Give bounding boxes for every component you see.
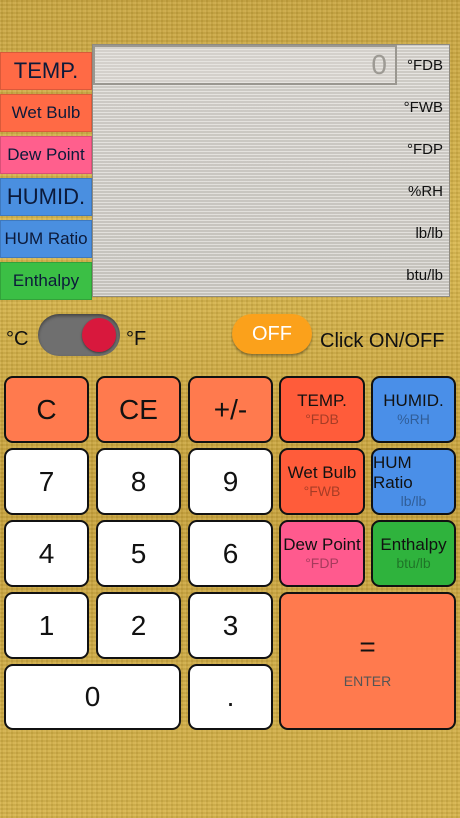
decimal-button[interactable]: .: [188, 664, 273, 730]
digit-0-label: 0: [84, 681, 101, 712]
decimal-label: .: [226, 681, 235, 712]
digit-6-label: 6: [222, 537, 239, 569]
humid-button-unit: %RH: [397, 411, 430, 428]
temp-input-field[interactable]: 0: [93, 45, 397, 85]
unit-btu-lb: btu/lb: [406, 267, 443, 284]
digit-1-button[interactable]: 1: [4, 592, 89, 659]
clear-entry-label: CE: [119, 393, 158, 425]
temp-button-unit: °FDB: [305, 411, 339, 428]
power-hint: Click ON/OFF: [320, 330, 445, 352]
digit-1-label: 1: [38, 609, 55, 641]
display-panel: 0 °FDB °FWB °FDP %RH lb/lb btu/lb: [92, 44, 450, 297]
digit-9-button[interactable]: 9: [188, 448, 273, 515]
power-button[interactable]: OFF: [232, 314, 312, 354]
unit-rh: %RH: [407, 183, 443, 200]
digit-8-label: 8: [130, 465, 147, 497]
sign-label: +/-: [213, 393, 248, 425]
unit-fdp: °FDP: [407, 141, 443, 158]
dew-point-button-label: Dew Point: [283, 534, 361, 554]
digit-4-button[interactable]: 4: [4, 520, 89, 587]
digit-5-label: 5: [130, 537, 147, 569]
unit-fdb: °FDB: [407, 57, 443, 74]
digit-3-label: 3: [222, 609, 239, 641]
humid-button-label: HUMID.: [383, 390, 444, 410]
label-hum-ratio: HUM Ratio: [0, 220, 92, 258]
label-dew-point: Dew Point: [0, 136, 92, 174]
digit-5-button[interactable]: 5: [96, 520, 181, 587]
controls-row: °C °F OFF Click ON/OFF: [0, 310, 460, 360]
enthalpy-button-unit: btu/lb: [396, 555, 431, 572]
fahrenheit-label: °F: [126, 328, 147, 350]
enter-button-sub: ENTER: [343, 673, 392, 689]
digit-7-button[interactable]: 7: [4, 448, 89, 515]
celsius-label: °C: [6, 328, 29, 350]
temp-button-label: TEMP.: [297, 390, 347, 410]
digit-9-label: 9: [222, 465, 239, 497]
label-temp: TEMP.: [0, 52, 92, 90]
digit-6-button[interactable]: 6: [188, 520, 273, 587]
wet-bulb-button[interactable]: Wet Bulb °FWB: [279, 448, 365, 515]
digit-0-button[interactable]: 0: [4, 664, 181, 730]
enter-button[interactable]: = ENTER: [279, 592, 456, 730]
hum-ratio-button-label: HUM Ratio: [373, 452, 413, 493]
digit-3-button[interactable]: 3: [188, 592, 273, 659]
clear-entry-button[interactable]: CE: [96, 376, 181, 443]
enthalpy-button[interactable]: Enthalpy btu/lb: [371, 520, 456, 587]
unit-lb-lb: lb/lb: [415, 225, 443, 242]
hum-ratio-button-unit: lb/lb: [400, 493, 427, 510]
digit-8-button[interactable]: 8: [96, 448, 181, 515]
toggle-knob: [82, 318, 116, 352]
wet-bulb-button-unit: °FWB: [303, 483, 341, 500]
clear-label: C: [36, 393, 57, 425]
hum-ratio-button[interactable]: HUM Ratio lb/lb: [371, 448, 456, 515]
digit-2-label: 2: [130, 609, 147, 641]
label-wet-bulb: Wet Bulb: [0, 94, 92, 132]
input-value: 0: [371, 49, 387, 80]
enthalpy-button-label: Enthalpy: [380, 534, 447, 554]
wet-bulb-button-label: Wet Bulb: [287, 462, 357, 482]
digit-7-label: 7: [38, 465, 55, 497]
temp-button[interactable]: TEMP. °FDB: [279, 376, 365, 443]
unit-fwb: °FWB: [403, 99, 443, 116]
clear-button[interactable]: C: [4, 376, 89, 443]
label-enthalpy: Enthalpy: [0, 262, 92, 300]
dew-point-button[interactable]: Dew Point °FDP: [279, 520, 365, 587]
label-humid: HUMID.: [0, 178, 92, 216]
digit-2-button[interactable]: 2: [96, 592, 181, 659]
sign-toggle-button[interactable]: +/-: [188, 376, 273, 443]
digit-4-label: 4: [38, 537, 55, 569]
humid-button[interactable]: HUMID. %RH: [371, 376, 456, 443]
dew-point-button-unit: °FDP: [305, 555, 339, 572]
enter-button-label: =: [359, 631, 376, 662]
unit-toggle-switch[interactable]: [38, 314, 120, 356]
